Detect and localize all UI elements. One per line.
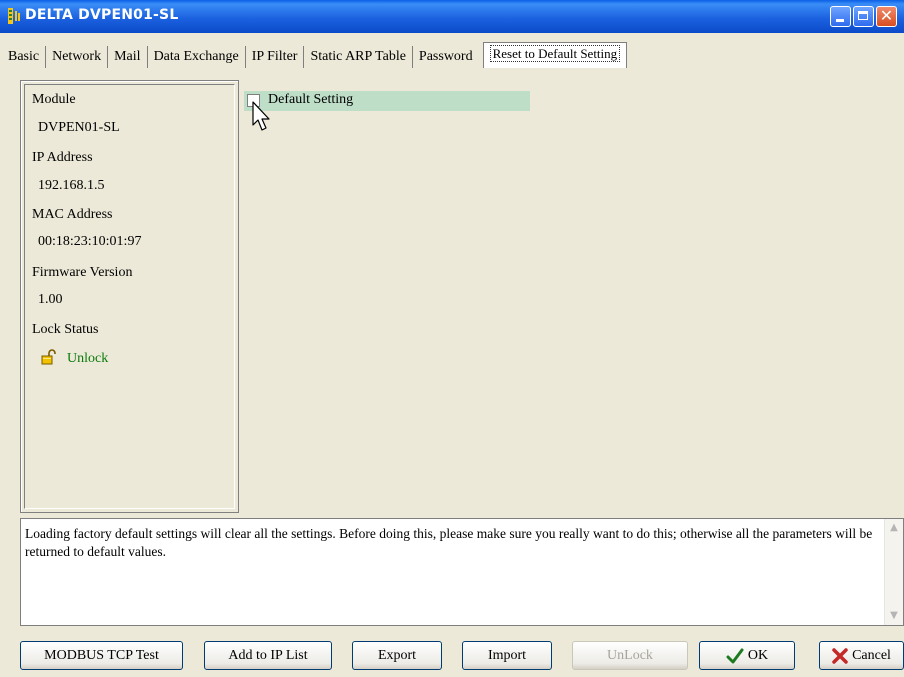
add-to-ip-list-button[interactable]: Add to IP List [204,641,332,670]
ok-button[interactable]: OK [699,641,795,670]
scroll-down-icon[interactable]: ▼ [886,608,902,624]
firmware-version-value: 1.00 [38,292,63,307]
tab-data-exchange[interactable]: Data Exchange [148,46,246,68]
cancel-x-icon [832,648,848,664]
cancel-label: Cancel [852,648,891,663]
mac-address-value: 00:18:23:10:01:97 [38,234,142,249]
tab-bar: Basic Network Mail Data Exchange IP Filt… [2,42,628,68]
module-value: DVPEN01-SL [38,120,120,135]
app-icon [8,8,20,24]
mouse-pointer-icon [252,101,270,131]
application-window: DELTA DVPEN01-SL ✕ Basic Network Mail Da… [0,0,904,677]
ok-label: OK [747,648,769,663]
module-label: Module [32,92,76,107]
tab-ip-filter[interactable]: IP Filter [246,46,305,68]
tab-reset-label: Reset to Default Setting [489,45,621,62]
modbus-tcp-test-button[interactable]: MODBUS TCP Test [20,641,183,670]
lock-status-label: Lock Status [32,322,99,337]
close-button[interactable]: ✕ [876,6,897,27]
tab-mail[interactable]: Mail [108,46,148,68]
close-icon: ✕ [879,6,894,25]
export-button[interactable]: Export [352,641,442,670]
description-textbox[interactable]: Loading factory default settings will cl… [20,518,904,626]
vertical-scrollbar[interactable]: ▲ ▼ [884,519,903,625]
unlock-icon [41,349,56,365]
tab-static-arp-table[interactable]: Static ARP Table [304,46,413,68]
default-setting-row[interactable]: Default Setting [244,91,530,111]
title-bar[interactable]: DELTA DVPEN01-SL ✕ [0,0,904,33]
tab-basic[interactable]: Basic [2,46,47,68]
ip-address-label: IP Address [32,150,93,165]
minimize-button[interactable] [830,6,851,27]
firmware-version-label: Firmware Version [32,265,133,280]
ip-address-value: 192.168.1.5 [38,178,105,193]
cancel-button[interactable]: Cancel [819,641,904,670]
default-setting-label[interactable]: Default Setting [268,92,353,108]
description-text: Loading factory default settings will cl… [25,526,873,559]
unlock-button[interactable]: UnLock [572,641,688,670]
tab-network[interactable]: Network [46,46,109,68]
maximize-button[interactable] [853,6,874,27]
mac-address-label: MAC Address [32,207,113,222]
lock-status-value: Unlock [67,351,109,366]
checkmark-icon [726,648,744,664]
tab-password[interactable]: Password [413,46,479,68]
window-title: DELTA DVPEN01-SL [25,7,179,23]
tab-reset-to-default[interactable]: Reset to Default Setting [482,42,628,68]
scroll-up-icon[interactable]: ▲ [886,520,902,536]
import-button[interactable]: Import [462,641,552,670]
